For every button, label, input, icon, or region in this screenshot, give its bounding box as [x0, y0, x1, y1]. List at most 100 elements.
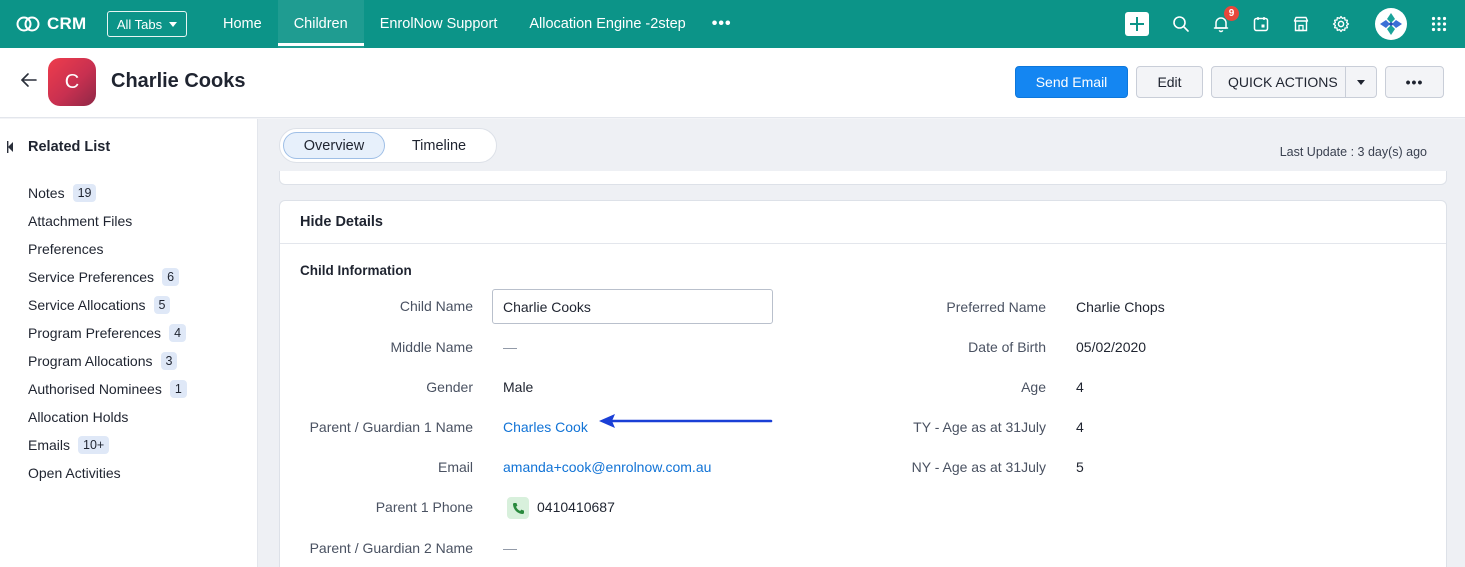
- tab-allocation-engine[interactable]: Allocation Engine -2step: [513, 0, 701, 48]
- related-item-label: Program Preferences: [28, 325, 162, 341]
- field-value-parent1-phone[interactable]: 0410410687: [537, 499, 615, 515]
- phone-call-button[interactable]: [507, 497, 529, 519]
- field-value-ty-age[interactable]: 4: [1076, 419, 1084, 435]
- field-label-parent2-name: Parent / Guardian 2 Name: [309, 540, 473, 556]
- crm-brand[interactable]: CRM: [16, 14, 98, 34]
- related-item-label: Program Allocations: [28, 353, 153, 369]
- gear-icon: [1332, 15, 1350, 33]
- all-tabs-dropdown[interactable]: All Tabs: [107, 11, 187, 37]
- related-item-label: Open Activities: [28, 465, 121, 481]
- details-card: Hide Details Child Information Child Nam…: [279, 200, 1447, 567]
- calendar-icon: [1253, 17, 1269, 32]
- record-header: C Charlie Cooks Send Email Edit QUICK AC…: [0, 48, 1465, 118]
- top-nav-utilities: 9: [1125, 0, 1465, 48]
- field-label-preferred-name: Preferred Name: [946, 299, 1046, 315]
- count-badge: 5: [153, 296, 171, 314]
- field-value-middle-name[interactable]: —: [503, 339, 517, 355]
- settings-button[interactable]: [1331, 14, 1351, 34]
- related-item-label: Allocation Holds: [28, 409, 129, 425]
- field-value-gender[interactable]: Male: [503, 379, 533, 395]
- marketplace-button[interactable]: [1291, 14, 1311, 34]
- tab-label: EnrolNow Support: [379, 16, 498, 32]
- app-name: CRM: [47, 14, 87, 33]
- related-item-label: Notes: [28, 185, 65, 201]
- tab-label: Home: [223, 16, 262, 32]
- more-tabs-button[interactable]: •••: [712, 15, 732, 33]
- record-title: Charlie Cooks: [111, 70, 246, 92]
- notification-count-badge: 9: [1224, 6, 1239, 21]
- section-title-child-information: Child Information: [300, 263, 412, 278]
- tab-label: Children: [293, 16, 348, 32]
- related-item-label: Service Preferences: [28, 269, 155, 285]
- field-value-parent2-name[interactable]: —: [503, 540, 517, 556]
- count-badge: 1: [169, 380, 187, 398]
- field-label-age: Age: [1021, 379, 1046, 395]
- split-divider: [1345, 67, 1346, 97]
- quick-actions-label: QUICK ACTIONS: [1228, 74, 1338, 90]
- summary-card-edge: [279, 171, 1447, 185]
- record-avatar: C: [48, 58, 96, 106]
- related-item-label: Attachment Files: [28, 213, 133, 229]
- field-label-ny-age: NY - Age as at 31July: [911, 459, 1046, 475]
- count-badge: 6: [162, 268, 180, 286]
- all-tabs-label: All Tabs: [116, 16, 163, 32]
- child-name-input[interactable]: [492, 289, 773, 324]
- tab-children[interactable]: Children: [277, 0, 364, 48]
- store-icon: [1293, 16, 1309, 32]
- tab-enrolnow-support[interactable]: EnrolNow Support: [364, 0, 514, 48]
- more-actions-button[interactable]: •••: [1385, 66, 1444, 98]
- quick-actions-button[interactable]: QUICK ACTIONS: [1211, 66, 1377, 98]
- related-list-title: Related List: [28, 139, 111, 155]
- top-navigation-bar: CRM All Tabs Home Children EnrolNow Supp…: [0, 0, 1465, 48]
- tab-overview[interactable]: Overview: [283, 132, 385, 159]
- field-value-age[interactable]: 4: [1076, 379, 1084, 395]
- org-logo-icon: [1380, 13, 1402, 35]
- field-label-ty-age: TY - Age as at 31July: [913, 419, 1046, 435]
- email-link[interactable]: amanda+cook@enrolnow.com.au: [503, 459, 711, 475]
- related-list-sidebar: Related List Notes 19 Attachment Files Pr…: [0, 119, 258, 567]
- edit-button[interactable]: Edit: [1136, 66, 1203, 98]
- related-item-label: Authorised Nominees: [28, 381, 162, 397]
- back-arrow-icon[interactable]: [20, 72, 38, 88]
- grid-icon: [1431, 16, 1447, 32]
- related-item-label: Service Allocations: [28, 297, 146, 313]
- notifications-button[interactable]: 9: [1211, 6, 1239, 34]
- tab-timeline[interactable]: Timeline: [385, 132, 493, 159]
- related-item-label: Emails: [28, 437, 71, 453]
- crm-logo-icon: [16, 16, 40, 32]
- tab-home[interactable]: Home: [207, 0, 278, 48]
- field-value-preferred-name[interactable]: Charlie Chops: [1076, 299, 1165, 315]
- user-avatar[interactable]: [1375, 8, 1407, 40]
- field-label-middle-name: Middle Name: [390, 339, 473, 355]
- send-email-button[interactable]: Send Email: [1015, 66, 1128, 98]
- field-value-ny-age[interactable]: 5: [1076, 459, 1084, 475]
- annotation-arrow-icon: [599, 414, 773, 428]
- caret-down-icon[interactable]: [1357, 80, 1365, 85]
- search-icon: [1173, 16, 1189, 32]
- create-new-button[interactable]: [1125, 12, 1149, 36]
- app-launcher-button[interactable]: [1429, 14, 1449, 34]
- parent1-name-link[interactable]: Charles Cook: [503, 419, 588, 435]
- plus-icon: [1130, 17, 1144, 31]
- field-label-date-of-birth: Date of Birth: [968, 339, 1046, 355]
- search-button[interactable]: [1171, 14, 1191, 34]
- hide-details-toggle[interactable]: Hide Details: [280, 201, 1446, 244]
- related-list-items: Notes 19 Attachment Files Preferences Ser…: [28, 175, 187, 491]
- field-label-gender: Gender: [426, 379, 473, 395]
- caret-down-icon: [169, 21, 178, 27]
- related-item-open-activities[interactable]: Open Activities: [28, 455, 187, 491]
- calendar-button[interactable]: [1251, 14, 1271, 34]
- field-label-child-name: Child Name: [399, 298, 473, 314]
- field-label-email: Email: [437, 459, 473, 475]
- collapse-sidebar-icon[interactable]: [7, 141, 14, 153]
- count-badge: 10+: [78, 436, 110, 454]
- record-main-content: Overview Timeline Last Update : 3 day(s)…: [258, 119, 1465, 567]
- phone-icon: [512, 502, 524, 514]
- view-toggle: Overview Timeline: [279, 128, 497, 163]
- count-badge: 19: [72, 184, 97, 202]
- module-tabs: Home Children EnrolNow Support Allocatio…: [207, 0, 702, 48]
- count-badge: 3: [160, 352, 178, 370]
- field-label-parent1-phone: Parent 1 Phone: [375, 499, 473, 515]
- field-value-date-of-birth[interactable]: 05/02/2020: [1076, 339, 1146, 355]
- last-update-text: Last Update : 3 day(s) ago: [1279, 145, 1427, 159]
